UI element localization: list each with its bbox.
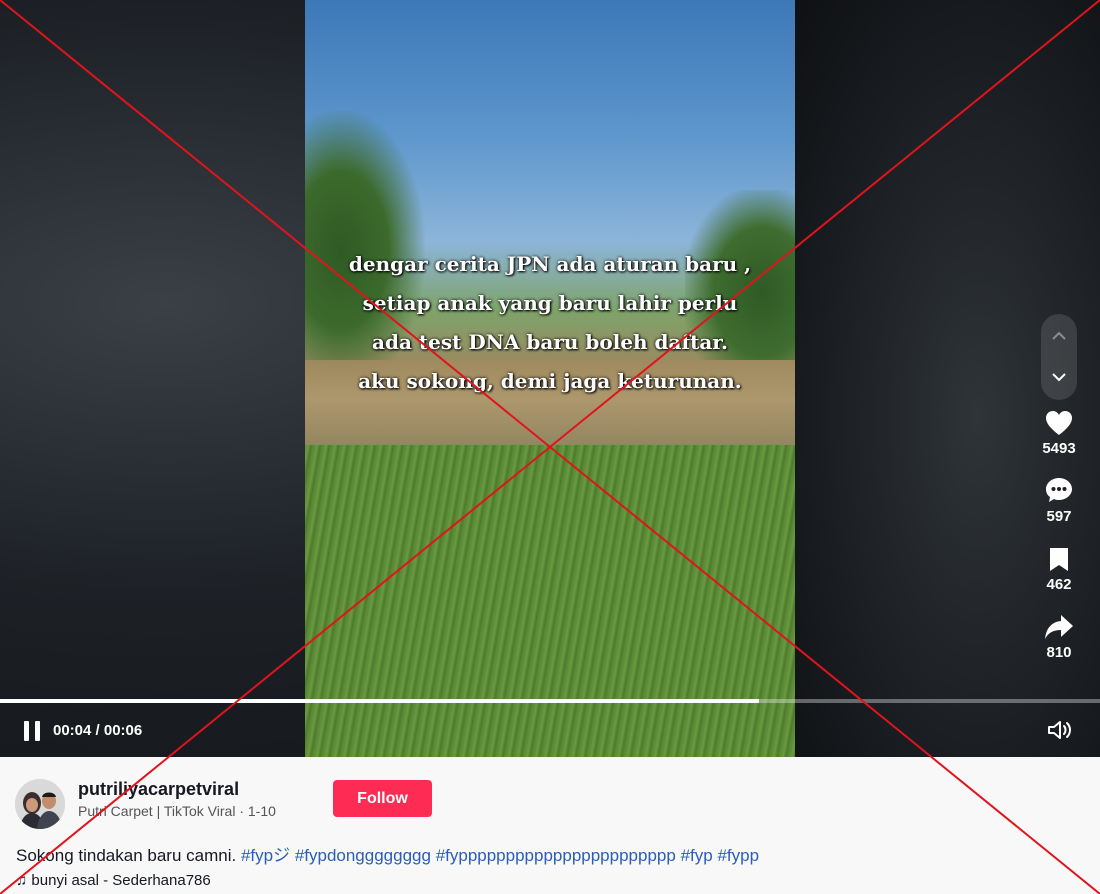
heart-icon [1046,411,1072,435]
bookmark-icon [1050,548,1068,571]
video-nav [1041,314,1077,400]
video-player[interactable]: dengar cerita JPN ada aturan baru , seti… [0,0,1100,757]
video-frame[interactable]: dengar cerita JPN ada aturan baru , seti… [305,0,795,757]
avatar[interactable] [15,779,65,829]
hashtag-link[interactable]: #fypジ [241,846,290,865]
video-scene-grass [305,445,795,757]
comment-count: 597 [1046,508,1072,525]
share-button[interactable]: 810 [1034,614,1084,661]
video-description: Sokong tindakan baru camni. #fypジ #fypdo… [16,841,759,866]
author-username[interactable]: putriliyacarpetviral [78,779,239,800]
hashtag-link[interactable]: #fypp [717,846,759,865]
volume-button[interactable] [1047,719,1073,746]
caption-line: setiap anak yang baru lahir perlu [362,291,738,315]
caption-line: ada test DNA baru boleh daftar. [372,330,728,354]
music-note-icon: ♫ [16,872,28,889]
comment-button[interactable]: 597 [1034,476,1084,525]
comment-icon [1046,478,1072,502]
pause-icon-bar [35,721,40,741]
hashtag-link[interactable]: #fypdongggggggg [295,846,431,865]
follow-button[interactable]: Follow [333,780,432,817]
share-icon [1045,615,1073,639]
progress-fill [0,699,759,703]
share-count: 810 [1046,644,1072,661]
pause-button[interactable] [24,721,42,741]
author-subtitle: Putri Carpet | TikTok Viral · 1-10 [78,803,276,819]
description-text: Sokong tindakan baru camni. [16,846,237,865]
video-caption: dengar cerita JPN ada aturan baru , seti… [305,245,795,401]
next-video-button[interactable] [1041,357,1077,397]
bookmark-button[interactable]: 462 [1034,546,1084,593]
previous-video-button[interactable] [1041,316,1077,356]
progress-bar[interactable] [0,699,1100,703]
like-button[interactable]: 5493 [1034,410,1084,457]
avatar-image [15,779,65,829]
chevron-down-icon [1052,373,1066,382]
hashtag-link[interactable]: #fyp [681,846,713,865]
playback-time: 00:04 / 00:06 [53,722,143,739]
like-count: 5493 [1042,440,1076,457]
caption-line: aku sokong, demi jaga keturunan. [358,369,742,393]
pause-icon [24,721,29,741]
video-info-panel: putriliyacarpetviral Putri Carpet | TikT… [0,757,1100,894]
caption-line: dengar cerita JPN ada aturan baru , [348,252,752,276]
bookmark-count: 462 [1046,576,1072,593]
volume-icon [1048,721,1071,739]
hashtag-link[interactable]: #fyppppppppppppppppppppppp [436,846,676,865]
music-label: bunyi asal - Sederhana786 [31,872,211,889]
chevron-up-icon [1052,331,1066,340]
music-link[interactable]: ♫ bunyi asal - Sederhana786 [16,872,211,889]
